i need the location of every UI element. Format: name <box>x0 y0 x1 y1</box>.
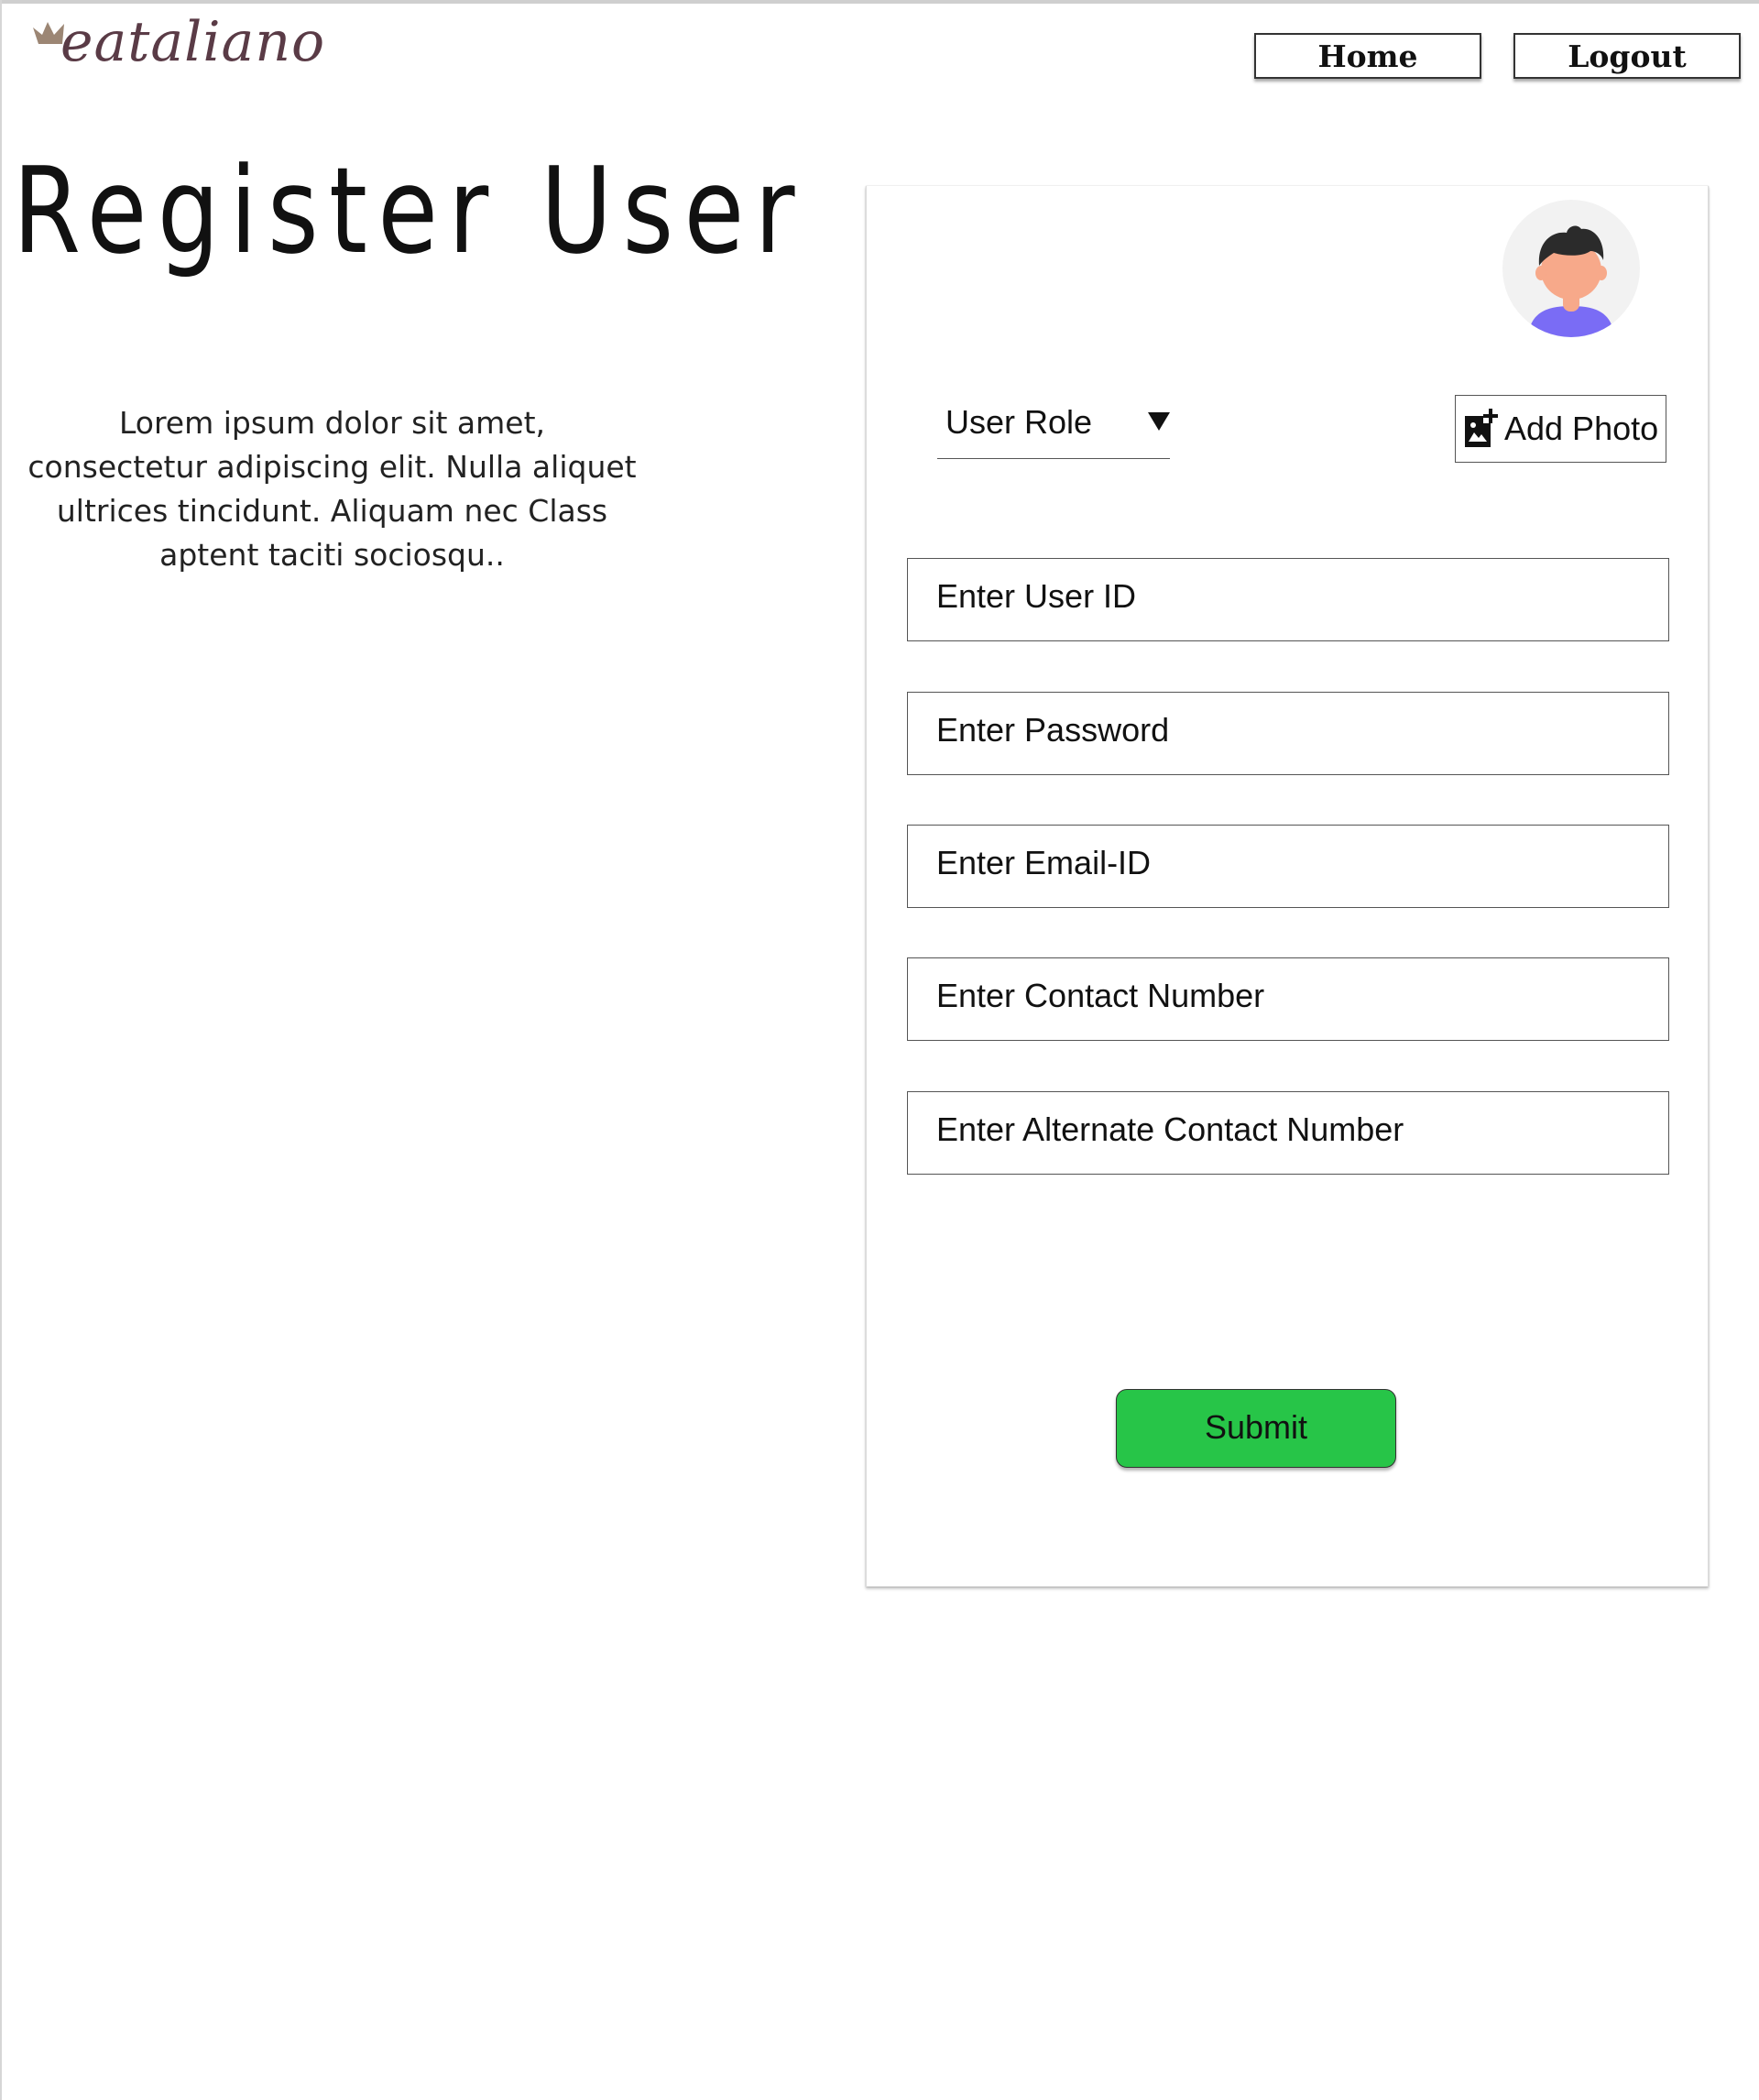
submit-button[interactable]: Submit <box>1116 1389 1396 1468</box>
user-id-placeholder: Enter User ID <box>936 577 1137 615</box>
contact-number-input[interactable]: Enter Contact Number <box>907 957 1669 1041</box>
user-role-label: User Role <box>945 403 1093 441</box>
brand-logo[interactable]: eataliano <box>31 5 324 82</box>
brand-logo-text: eataliano <box>60 10 326 74</box>
intro-description: Lorem ipsum dolor sit amet, consectetur … <box>27 405 637 573</box>
window-top-border <box>0 0 1759 4</box>
alternate-contact-number-placeholder: Enter Alternate Contact Number <box>936 1110 1404 1148</box>
password-input[interactable]: Enter Password <box>907 692 1669 775</box>
user-role-select[interactable]: User Role <box>937 392 1170 459</box>
window-left-border <box>0 0 2 2100</box>
registration-form-card: User Role Add Photo Enter User ID Enter … <box>866 186 1709 1587</box>
alternate-contact-number-input[interactable]: Enter Alternate Contact Number <box>907 1091 1669 1175</box>
add-photo-button[interactable]: Add Photo <box>1455 395 1666 463</box>
email-input[interactable]: Enter Email-ID <box>907 825 1669 908</box>
home-button[interactable]: Home <box>1254 33 1481 79</box>
password-placeholder: Enter Password <box>936 711 1170 749</box>
user-id-input[interactable]: Enter User ID <box>907 558 1669 641</box>
logout-button[interactable]: Logout <box>1513 33 1741 79</box>
email-placeholder: Enter Email-ID <box>936 844 1152 881</box>
user-avatar-icon <box>1502 200 1640 337</box>
caret-down-icon <box>1148 412 1170 431</box>
page-title: Register User <box>13 141 805 280</box>
add-photo-icon <box>1465 409 1498 447</box>
contact-number-placeholder: Enter Contact Number <box>936 977 1265 1014</box>
add-photo-label: Add Photo <box>1504 410 1659 447</box>
